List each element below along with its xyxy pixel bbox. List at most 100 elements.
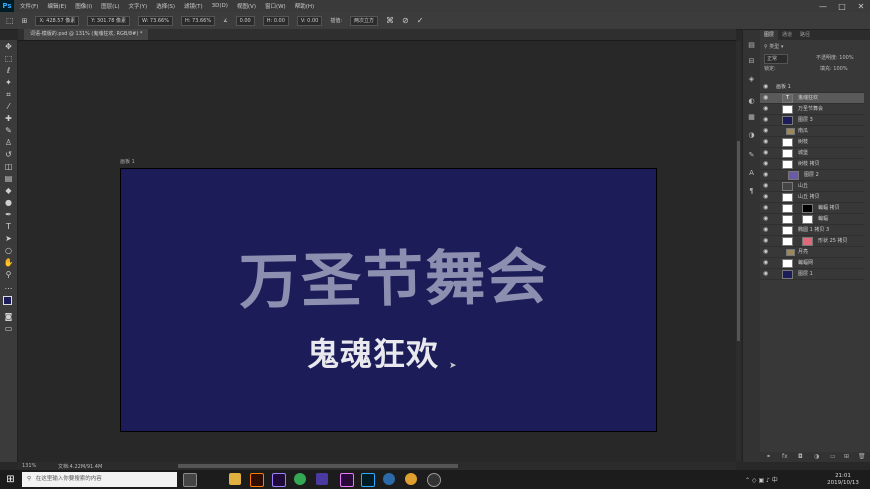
- transform-tool-icon[interactable]: ⬚: [6, 16, 14, 25]
- layer-row[interactable]: ◉ 图层 2: [760, 170, 864, 181]
- visibility-eye-icon[interactable]: ◉: [763, 149, 768, 156]
- menu-edit[interactable]: 编辑(E): [47, 2, 66, 10]
- layer-row[interactable]: ◉ 树枝: [760, 137, 864, 148]
- chrome-icon-2[interactable]: [405, 473, 417, 485]
- reference-point-icon[interactable]: ⊞: [22, 17, 28, 25]
- windows-start-icon[interactable]: ⊞: [4, 473, 17, 486]
- adjustment-layer-icon[interactable]: ◑: [814, 453, 819, 460]
- shape-tool-icon[interactable]: ○: [2, 246, 15, 256]
- visibility-eye-icon[interactable]: ◉: [763, 237, 768, 244]
- eraser-tool-icon[interactable]: ◫: [2, 162, 15, 172]
- menu-layer[interactable]: 图层(L): [101, 2, 119, 10]
- clone-stamp-tool-icon[interactable]: ♙: [2, 138, 15, 148]
- gradient-tool-icon[interactable]: ▤: [2, 174, 15, 184]
- lasso-tool-icon[interactable]: ℓ: [2, 66, 15, 76]
- zoom-tool-icon[interactable]: ⚲: [2, 270, 15, 280]
- visibility-eye-icon[interactable]: ◉: [763, 215, 768, 222]
- layer-row[interactable]: ◉ 椭圆 1 拷贝 3: [760, 225, 864, 236]
- layer-style-icon[interactable]: fx: [782, 453, 788, 460]
- file-explorer-icon[interactable]: [229, 473, 241, 485]
- 3d-panel-icon[interactable]: ◈: [745, 74, 758, 84]
- menu-image[interactable]: 图像(I): [75, 2, 92, 10]
- magic-wand-tool-icon[interactable]: ✦: [2, 78, 15, 88]
- visibility-eye-icon[interactable]: ◉: [763, 248, 768, 255]
- eyedropper-tool-icon[interactable]: ⁄: [2, 102, 15, 112]
- visibility-eye-icon[interactable]: ◉: [763, 127, 768, 134]
- h-skew-field[interactable]: H: 0.00: [262, 15, 289, 26]
- visibility-eye-icon[interactable]: ◉: [763, 83, 768, 90]
- app-icon-circle[interactable]: [427, 473, 441, 487]
- artboard[interactable]: 万圣节舞会 鬼魂狂欢: [120, 168, 657, 432]
- menu-select[interactable]: 选择(S): [156, 2, 175, 10]
- tray-icons[interactable]: ⌃ ◇ ▣ ♪ 中: [745, 475, 778, 484]
- premiere-icon[interactable]: [340, 473, 354, 487]
- healing-brush-tool-icon[interactable]: ✚: [2, 114, 15, 124]
- layer-row[interactable]: ◉ 南瓜: [760, 126, 864, 137]
- fill-field[interactable]: 填充: 100%: [820, 65, 848, 73]
- more-tools-icon[interactable]: …: [2, 282, 15, 292]
- paragraph-panel-icon[interactable]: ¶: [745, 186, 758, 196]
- menu-type[interactable]: 文字(Y): [129, 2, 148, 10]
- marquee-tool-icon[interactable]: ⬚: [2, 54, 15, 64]
- visibility-eye-icon[interactable]: ◉: [763, 116, 768, 123]
- task-view-icon[interactable]: [183, 473, 197, 487]
- layer-row[interactable]: ◉ 图层 3: [760, 115, 864, 126]
- visibility-eye-icon[interactable]: ◉: [763, 182, 768, 189]
- menu-filter[interactable]: 滤镜(T): [184, 2, 203, 10]
- zoom-level[interactable]: 131%: [22, 463, 36, 469]
- menu-file[interactable]: 文件(F): [20, 2, 38, 10]
- menu-window[interactable]: 窗口(W): [265, 2, 286, 10]
- chrome-icon[interactable]: [294, 473, 306, 485]
- tab-layers[interactable]: 图层: [760, 30, 779, 40]
- angle-field[interactable]: 0.00: [235, 15, 255, 26]
- layer-row[interactable]: ◉ 树枝 拷贝: [760, 159, 864, 170]
- artboard-label[interactable]: 画板 1: [120, 158, 135, 165]
- visibility-eye-icon[interactable]: ◉: [763, 259, 768, 266]
- layer-row[interactable]: ◉ 月亮: [760, 247, 864, 258]
- layer-row[interactable]: ◉ 城堡: [760, 148, 864, 159]
- visibility-eye-icon[interactable]: ◉: [763, 94, 768, 101]
- crop-tool-icon[interactable]: ⌗: [2, 90, 15, 100]
- tab-channels[interactable]: 通道: [778, 30, 796, 40]
- menu-view[interactable]: 视图(V): [237, 2, 256, 10]
- brush-panel-icon[interactable]: ✎: [745, 150, 758, 160]
- blend-mode-select[interactable]: 正常: [764, 54, 789, 64]
- pen-tool-icon[interactable]: ✒: [2, 210, 15, 220]
- cancel-transform-icon[interactable]: ⊘: [402, 16, 409, 25]
- visibility-eye-icon[interactable]: ◉: [763, 226, 768, 233]
- dodge-tool-icon[interactable]: ●: [2, 198, 15, 208]
- new-group-icon[interactable]: ▭: [830, 453, 836, 460]
- title-text-layer[interactable]: 万圣节舞会: [238, 228, 550, 320]
- quick-mask-icon[interactable]: ◙: [2, 312, 15, 322]
- layer-row[interactable]: ◉ 形状 25 拷贝: [760, 236, 864, 247]
- swatches-panel-icon[interactable]: ▦: [745, 112, 758, 122]
- close-button[interactable]: ✕: [852, 0, 870, 12]
- minimize-button[interactable]: —: [814, 0, 832, 12]
- maximize-button[interactable]: □: [833, 0, 851, 12]
- document-tab[interactable]: 词语-模版的.psd @ 131% (鬼魂狂欢, RGB/8#) *: [24, 29, 149, 40]
- illustrator-icon[interactable]: [250, 473, 264, 487]
- visibility-eye-icon[interactable]: ◉: [763, 171, 768, 178]
- new-layer-icon[interactable]: ⊞: [844, 453, 849, 460]
- layer-row[interactable]: ◉ 图层 1: [760, 269, 864, 280]
- y-position-field[interactable]: Y: 301.78 像素: [87, 15, 130, 26]
- properties-panel-icon[interactable]: ⊟: [745, 56, 758, 66]
- horizontal-scrollbar[interactable]: [178, 464, 458, 468]
- foreground-color-swatch[interactable]: [3, 296, 12, 305]
- delete-layer-icon[interactable]: 🗑: [858, 453, 866, 460]
- scrollbar-thumb[interactable]: [737, 141, 740, 341]
- brush-tool-icon[interactable]: ✎: [2, 126, 15, 136]
- photoshop-taskbar-icon[interactable]: [361, 473, 375, 487]
- character-panel-icon[interactable]: A: [745, 168, 758, 178]
- browser-icon[interactable]: [383, 473, 395, 485]
- blur-tool-icon[interactable]: ◆: [2, 186, 15, 196]
- commit-transform-icon[interactable]: ✓: [417, 16, 424, 25]
- screen-mode-icon[interactable]: ▭: [2, 324, 15, 334]
- history-panel-icon[interactable]: ▤: [745, 40, 758, 50]
- layer-row[interactable]: ◉ 万圣节舞会: [760, 104, 864, 115]
- layer-row[interactable]: ◉ 山丘 拷贝: [760, 192, 864, 203]
- menu-help[interactable]: 帮助(H): [295, 2, 314, 10]
- type-tool-icon[interactable]: T: [2, 222, 15, 232]
- menu-3d[interactable]: 3D(D): [212, 3, 228, 9]
- taskbar-search-input[interactable]: ⚲ 在这里输入你要搜索的内容: [22, 472, 177, 487]
